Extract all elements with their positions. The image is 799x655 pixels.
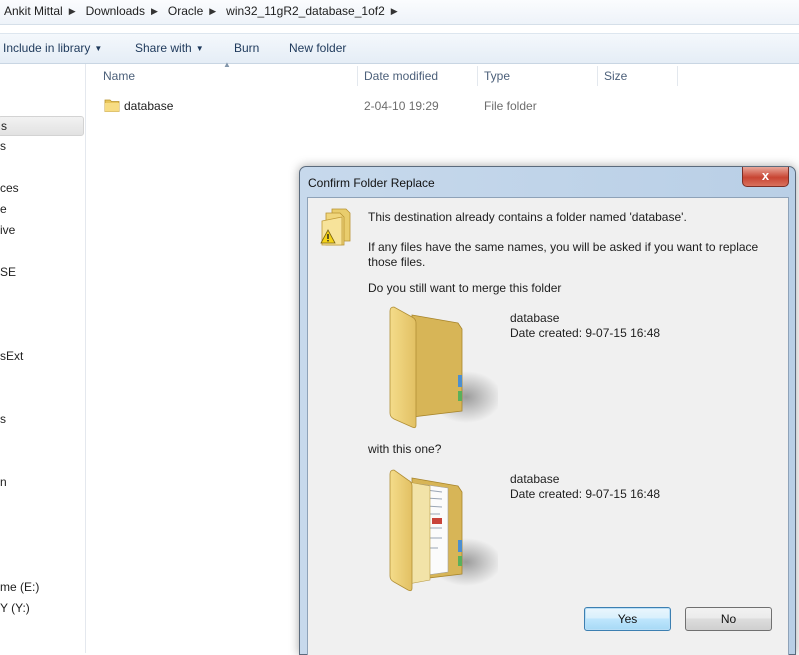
navigation-pane[interactable]: s s ces e ive SE sExt s n me (E:) Y (Y:)	[0, 64, 86, 653]
breadcrumb: Ankit Mittal ▶ Downloads ▶ Oracle ▶ win3…	[2, 4, 406, 18]
dialog-body: This destination already contains a fold…	[307, 197, 789, 655]
nav-item[interactable]: Y (Y:)	[0, 599, 30, 617]
burn-button[interactable]: Burn	[234, 41, 259, 55]
column-header-name[interactable]: Name	[103, 64, 353, 88]
folder-icon	[104, 99, 120, 112]
share-with-label: Share with	[135, 41, 192, 55]
nav-item[interactable]: ces	[0, 179, 19, 197]
new-folder-button[interactable]: New folder	[289, 41, 346, 55]
search-box[interactable]	[494, 0, 580, 22]
breadcrumb-arrow-icon[interactable]: ▶	[151, 6, 166, 17]
close-button[interactable]: x	[742, 167, 789, 187]
breadcrumb-item[interactable]: Oracle	[166, 4, 209, 18]
file-date: 2-04-10 19:29	[364, 99, 439, 113]
message-merge-question: Do you still want to merge this folder	[368, 281, 562, 295]
source-folder-name: database	[510, 311, 560, 325]
nav-item[interactable]: me (E:)	[0, 578, 39, 596]
yes-button[interactable]: Yes	[584, 607, 671, 631]
with-this-one-text: with this one?	[368, 442, 442, 456]
destination-folder-date: Date created: 9-07-15 16:48	[510, 487, 661, 501]
breadcrumb-arrow-icon[interactable]: ▶	[391, 6, 406, 17]
dropdown-arrow-icon: ▼	[195, 44, 204, 53]
no-button[interactable]: No	[685, 607, 772, 631]
destination-folder-name: database	[510, 472, 560, 486]
file-name: database	[124, 99, 174, 113]
column-header-date-modified[interactable]: Date modified	[364, 64, 474, 88]
column-header-size[interactable]: Size	[604, 64, 674, 88]
file-type: File folder	[484, 99, 537, 113]
nav-item[interactable]: ive	[0, 221, 15, 239]
nav-item[interactable]: sExt	[0, 347, 23, 365]
include-in-library-label: Include in library	[3, 41, 91, 55]
address-bar[interactable]: Ankit Mittal ▶ Downloads ▶ Oracle ▶ win3…	[0, 0, 799, 25]
confirm-folder-replace-dialog: Confirm Folder Replace x This destinatio…	[299, 166, 796, 655]
breadcrumb-item[interactable]: Downloads	[84, 4, 151, 18]
column-divider[interactable]	[357, 66, 358, 86]
breadcrumb-arrow-icon[interactable]: ▶	[209, 6, 224, 17]
empty-folder-icon	[389, 306, 498, 429]
column-header-type[interactable]: Type	[484, 64, 594, 88]
breadcrumb-item[interactable]: Ankit Mittal	[2, 4, 69, 18]
nav-item[interactable]: s	[0, 410, 6, 428]
nav-item[interactable]: n	[0, 473, 7, 491]
column-divider[interactable]	[477, 66, 478, 86]
nav-item[interactable]: s	[0, 137, 6, 155]
message-destination-exists: This destination already contains a fold…	[368, 210, 687, 224]
column-divider[interactable]	[677, 66, 678, 86]
dropdown-arrow-icon: ▼	[94, 44, 103, 53]
nav-item[interactable]: e	[0, 200, 7, 218]
include-in-library-button[interactable]: Include in library ▼	[3, 41, 102, 55]
message-replace-files: If any files have the same names, you wi…	[368, 240, 759, 269]
breadcrumb-item[interactable]: win32_11gR2_database_1of2	[224, 4, 391, 18]
source-folder-date: Date created: 9-07-15 16:48	[510, 326, 661, 340]
folder-warning-icon	[320, 208, 351, 246]
command-bar: Include in library ▼ Share with ▼ Burn New…	[0, 33, 799, 64]
close-icon: x	[761, 168, 770, 183]
nav-item[interactable]: SE	[0, 263, 16, 281]
folder-with-files-icon	[389, 469, 498, 592]
breadcrumb-arrow-icon[interactable]: ▶	[69, 6, 84, 17]
share-with-button[interactable]: Share with ▼	[135, 41, 204, 55]
dialog-title: Confirm Folder Replace	[308, 176, 435, 190]
column-divider[interactable]	[597, 66, 598, 86]
nav-item[interactable]: s	[0, 116, 84, 136]
